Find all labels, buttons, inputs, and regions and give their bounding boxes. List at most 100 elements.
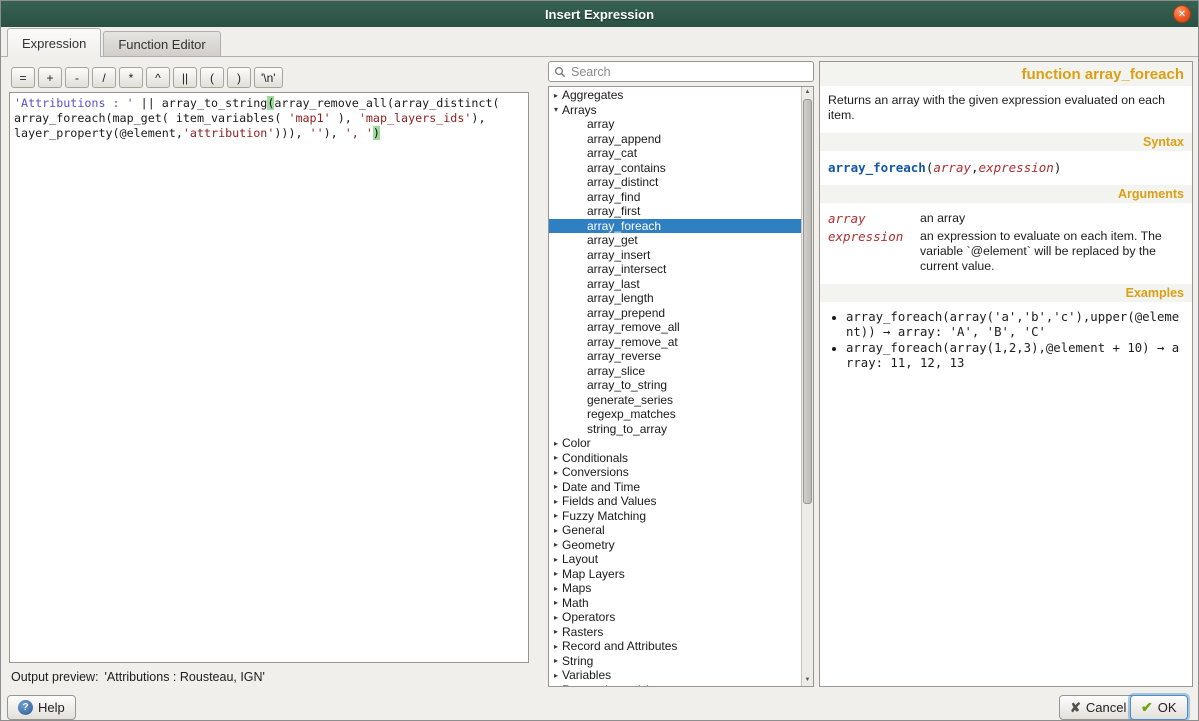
- tree-item-string_to_array[interactable]: string_to_array: [549, 422, 801, 437]
- chevron-right-icon[interactable]: ▸: [549, 497, 562, 506]
- tree-item-array_to_string[interactable]: array_to_string: [549, 378, 801, 393]
- tree-item-label: Conditionals: [562, 451, 628, 465]
- tree-group-general[interactable]: ▸General: [549, 523, 801, 538]
- operator-button-*[interactable]: *: [119, 67, 143, 88]
- search-input[interactable]: Search: [548, 61, 814, 82]
- tree-group-fields-and-values[interactable]: ▸Fields and Values: [549, 494, 801, 509]
- chevron-right-icon[interactable]: ▸: [549, 526, 562, 535]
- cancel-button-label: Cancel: [1086, 700, 1126, 715]
- tree-item-array_slice[interactable]: array_slice: [549, 364, 801, 379]
- tree-item-array_remove_at[interactable]: array_remove_at: [549, 335, 801, 350]
- chevron-down-icon[interactable]: ▾: [549, 105, 562, 114]
- operator-button-||[interactable]: ||: [173, 67, 197, 88]
- chevron-right-icon[interactable]: ▸: [549, 91, 562, 100]
- tree-group-geometry[interactable]: ▸Geometry: [549, 538, 801, 553]
- tree-item-array_prepend[interactable]: array_prepend: [549, 306, 801, 321]
- expression-editor[interactable]: 'Attributions : ' || array_to_string(arr…: [9, 92, 529, 663]
- tree-item-array_first[interactable]: array_first: [549, 204, 801, 219]
- operator-button-/[interactable]: /: [92, 67, 116, 88]
- tree-group-map-layers[interactable]: ▸Map Layers: [549, 567, 801, 582]
- operator-button-([interactable]: (: [200, 67, 224, 88]
- example-item: array_foreach(array('a','b','c'),upper(@…: [846, 310, 1184, 340]
- operator-button--[interactable]: -: [65, 67, 89, 88]
- tree-item-array_reverse[interactable]: array_reverse: [549, 349, 801, 364]
- tree-group-aggregates[interactable]: ▸Aggregates: [549, 88, 801, 103]
- chevron-right-icon[interactable]: ▸: [549, 569, 562, 578]
- tab-label: Function Editor: [118, 37, 205, 52]
- scroll-up-icon[interactable]: ▲: [802, 87, 813, 98]
- string-literal: 'map1': [288, 111, 330, 125]
- tree-item-label: array_to_string: [587, 378, 667, 392]
- titlebar[interactable]: Insert Expression ✕: [1, 1, 1198, 27]
- cancel-button[interactable]: ✘ Cancel: [1059, 695, 1137, 720]
- tree-item-array_contains[interactable]: array_contains: [549, 161, 801, 176]
- chevron-right-icon[interactable]: ▸: [549, 468, 562, 477]
- tree-item-array_get[interactable]: array_get: [549, 233, 801, 248]
- tree-item-label: Maps: [562, 581, 591, 595]
- syntax-function-name: array_foreach: [828, 160, 926, 175]
- chevron-right-icon[interactable]: ▸: [549, 555, 562, 564]
- tree-item-label: array_find: [587, 190, 640, 204]
- tree-item-label: Variables: [562, 668, 611, 682]
- tree-item-regexp_matches[interactable]: regexp_matches: [549, 407, 801, 422]
- chevron-right-icon[interactable]: ▸: [549, 627, 562, 636]
- tree-group-date-and-time[interactable]: ▸Date and Time: [549, 480, 801, 495]
- tree-group-color[interactable]: ▸Color: [549, 436, 801, 451]
- operator-button-=[interactable]: =: [11, 67, 35, 88]
- output-preview-label: Output preview:: [11, 670, 99, 684]
- chevron-right-icon[interactable]: ▸: [549, 642, 562, 651]
- tree-item-array_length[interactable]: array_length: [549, 291, 801, 306]
- tree-item-array_find[interactable]: array_find: [549, 190, 801, 205]
- tree-group-maps[interactable]: ▸Maps: [549, 581, 801, 596]
- chevron-right-icon[interactable]: ▸: [549, 598, 562, 607]
- tree-item-array[interactable]: array: [549, 117, 801, 132]
- chevron-right-icon[interactable]: ▸: [549, 613, 562, 622]
- code-text: layer_property(@element,: [14, 126, 183, 140]
- chevron-right-icon[interactable]: ▸: [549, 656, 562, 665]
- chevron-down-icon[interactable]: ▾: [549, 685, 562, 686]
- tree-group-variables[interactable]: ▸Variables: [549, 668, 801, 683]
- string-literal: '': [310, 126, 324, 140]
- chevron-right-icon[interactable]: ▸: [549, 482, 562, 491]
- tree-group-operators[interactable]: ▸Operators: [549, 610, 801, 625]
- vertical-scrollbar[interactable]: ▲ ▼: [801, 87, 813, 686]
- operator-button-)[interactable]: ): [227, 67, 251, 88]
- tree-group-string[interactable]: ▸String: [549, 654, 801, 669]
- close-button[interactable]: ✕: [1173, 5, 1191, 23]
- chevron-right-icon[interactable]: ▸: [549, 453, 562, 462]
- tree-item-array_intersect[interactable]: array_intersect: [549, 262, 801, 277]
- chevron-right-icon[interactable]: ▸: [549, 584, 562, 593]
- tree-group-rasters[interactable]: ▸Rasters: [549, 625, 801, 640]
- tree-item-array_insert[interactable]: array_insert: [549, 248, 801, 263]
- scrollbar-thumb[interactable]: [803, 99, 812, 504]
- operator-button-+[interactable]: +: [38, 67, 62, 88]
- tree-item-array_last[interactable]: array_last: [549, 277, 801, 292]
- scroll-down-icon[interactable]: ▼: [802, 675, 813, 686]
- help-button[interactable]: ? Help: [7, 695, 76, 720]
- tree-item-array_append[interactable]: array_append: [549, 132, 801, 147]
- chevron-right-icon[interactable]: ▸: [549, 511, 562, 520]
- tree-item-label: Math: [562, 596, 589, 610]
- tree-item-label: array_insert: [587, 248, 650, 262]
- tree-item-array_foreach[interactable]: array_foreach: [549, 219, 801, 234]
- ok-button[interactable]: ✔ OK: [1130, 695, 1188, 720]
- chevron-right-icon[interactable]: ▸: [549, 540, 562, 549]
- tab-expression[interactable]: Expression: [7, 28, 101, 57]
- tree-group-math[interactable]: ▸Math: [549, 596, 801, 611]
- tab-function-editor[interactable]: Function Editor: [103, 31, 220, 56]
- tree-item-array_distinct[interactable]: array_distinct: [549, 175, 801, 190]
- chevron-right-icon[interactable]: ▸: [549, 671, 562, 680]
- tree-group-conditionals[interactable]: ▸Conditionals: [549, 451, 801, 466]
- tree-group-fuzzy-matching[interactable]: ▸Fuzzy Matching: [549, 509, 801, 524]
- tree-item-generate_series[interactable]: generate_series: [549, 393, 801, 408]
- tree-group-arrays[interactable]: ▾Arrays: [549, 103, 801, 118]
- operator-button-^[interactable]: ^: [146, 67, 170, 88]
- tree-group-recent-generic[interactable]: ▾Recent (generic): [549, 683, 801, 687]
- operator-button-nnnn[interactable]: '\n': [254, 67, 283, 88]
- tree-item-array_cat[interactable]: array_cat: [549, 146, 801, 161]
- tree-group-record-and-attributes[interactable]: ▸Record and Attributes: [549, 639, 801, 654]
- tree-group-layout[interactable]: ▸Layout: [549, 552, 801, 567]
- tree-group-conversions[interactable]: ▸Conversions: [549, 465, 801, 480]
- tree-item-array_remove_all[interactable]: array_remove_all: [549, 320, 801, 335]
- chevron-right-icon[interactable]: ▸: [549, 439, 562, 448]
